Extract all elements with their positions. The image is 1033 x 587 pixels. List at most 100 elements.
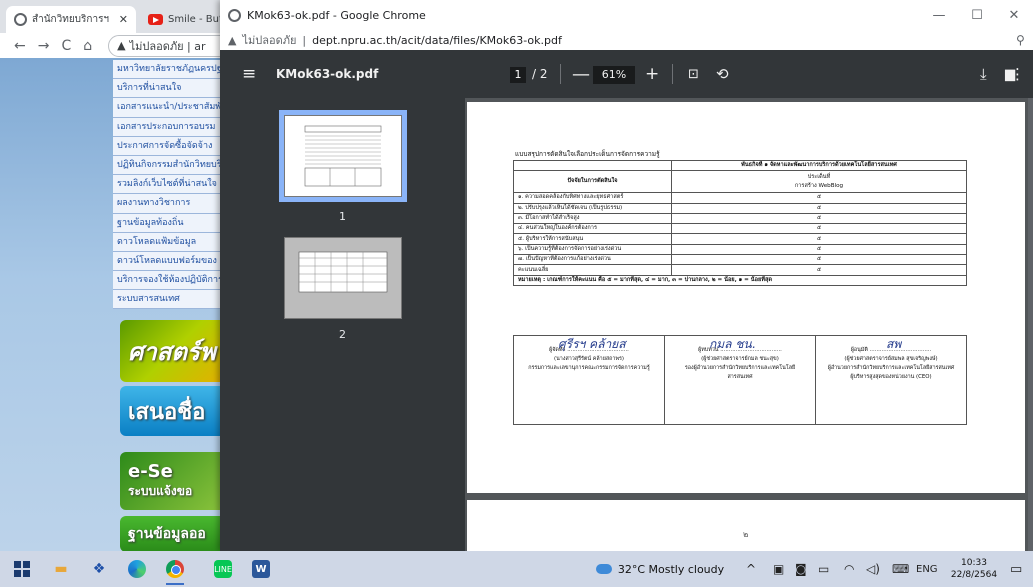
close-tab-icon[interactable]: ✕ (119, 13, 128, 26)
factor-cell: ๑. ความสอดคล้องกับทิศทางและยุทธศาสตร์ (513, 192, 672, 204)
average-score: ๕ (671, 264, 967, 276)
document-heading: แบบสรุปการตัดสินใจเลือกประเด็นการจัดการค… (515, 150, 660, 158)
popup-title-bar: KMok63-ok.pdf - Google Chrome — ☐ ✕ (220, 0, 1033, 30)
site-menu: มหาวิทยาลัยราชภัฏนครปฐม บริการที่น่าสนใจ… (113, 60, 226, 310)
weather-widget[interactable]: 32°C Mostly cloudy (590, 551, 730, 587)
clock[interactable]: 10:33 22/8/2564 (946, 551, 1002, 587)
score-cell: ๕ (671, 212, 967, 225)
page-thumbnail-2[interactable] (284, 237, 402, 319)
chrome-logo (166, 560, 184, 578)
signature-position: สารสนเทศ (727, 374, 753, 380)
score-cell: ๕ (671, 233, 967, 245)
zoom-icon[interactable]: ⚲ (1016, 33, 1025, 47)
site-menu-item[interactable]: เอกสารแนะนำ/ประชาสัมพันธ์ (113, 98, 226, 118)
thumbnail-sidebar: 1 2 (220, 98, 465, 551)
page-thumbnail-1[interactable] (279, 110, 407, 202)
site-menu-item[interactable]: มหาวิทยาลัยราชภัฏนครปฐม (113, 60, 226, 80)
word-logo: W (252, 560, 270, 578)
pdf-page-1: แบบสรุปการตัดสินใจเลือกประเด็นการจัดการค… (467, 102, 1025, 493)
back-button[interactable]: ← (14, 38, 26, 54)
forward-button[interactable]: → (38, 38, 50, 54)
site-menu-item[interactable]: ดาวน์โหลดแบบฟอร์มของ (113, 251, 226, 272)
rotate-icon[interactable]: ⟲ (716, 50, 729, 98)
show-hidden-icons[interactable]: ^ (746, 551, 756, 587)
factor-cell: ๒. ปรับปรุงแล้วเห็นได้ชัดเจน (เป็นรูปธรร… (513, 202, 672, 214)
average-label: คะแนนเฉลี่ย (513, 264, 672, 276)
table-row: ๒. ปรับปรุงแล้วเห็นได้ชัดเจน (เป็นรูปธรร… (513, 202, 967, 214)
zoom-in-button[interactable]: + (645, 50, 659, 98)
site-menu-item[interactable]: ปฏิทินกิจกรรมสำนักวิทยบริการ (113, 155, 226, 176)
volume-icon[interactable]: ◁) (866, 551, 880, 587)
fit-page-icon[interactable]: ⊡ (688, 50, 699, 98)
mission-header: พันธกิจที่ ๑ จัดหาและพัฒนาการบริการด้วยเ… (671, 159, 967, 172)
file-explorer-icon[interactable]: ▬ (48, 551, 74, 587)
issue-header: ประเด็นที่ การสร้าง WebBlog (671, 170, 967, 194)
banner-nominate[interactable]: เสนอชื่อ (120, 386, 226, 436)
score-cell: ๕ (671, 243, 967, 256)
tray-app-icon[interactable]: ◙ (795, 551, 807, 587)
scrollbar[interactable] (1028, 98, 1033, 551)
start-button[interactable] (10, 551, 34, 587)
site-menu-item[interactable]: ประกาศการจัดซื้อจัดจ้าง (113, 136, 226, 156)
line-logo: LINE (214, 560, 232, 578)
factor-cell: ๗. เป็นปัญหาที่ต้องการแก้อย่างเร่งด่วน (513, 254, 672, 266)
maximize-button[interactable]: ☐ (958, 0, 996, 30)
notification-icon[interactable]: ▭ (1010, 551, 1022, 587)
dropbox-icon[interactable]: ❖ (86, 551, 112, 587)
background-address-bar[interactable]: ▲ ไม่ปลอดภัย | ar (108, 34, 239, 57)
address-text: ไม่ปลอดภัย | ar (129, 39, 206, 53)
tray-app-icon[interactable]: ▣ (773, 551, 784, 587)
menu-icon[interactable]: ≡ (242, 50, 256, 98)
table-row: ๗. เป็นปัญหาที่ต้องการแก้อย่างเร่งด่วน๕ (513, 254, 967, 266)
page-number-input[interactable]: 1 (510, 67, 526, 83)
site-menu-item[interactable]: ฐานข้อมูลท้องถิ่น (113, 213, 226, 233)
line-app-icon[interactable]: LINE (210, 551, 236, 587)
keyboard-icon[interactable]: ⌨ (892, 551, 909, 587)
score-cell: ๕ (671, 223, 967, 235)
site-menu-item[interactable]: ดาวโหลดแฟ้มข้อมูล (113, 232, 226, 252)
table-row: คะแนนเฉลี่ย๕ (513, 264, 967, 276)
wifi-icon[interactable]: ◠ (844, 551, 854, 587)
battery-icon[interactable]: ▭ (818, 551, 829, 587)
table-row: ๕. ผู้บริหารให้การสนับสนุน๕ (513, 233, 967, 245)
banner-eservice[interactable]: e-Se ระบบแจ้งขอ (120, 452, 226, 510)
factor-cell: ๖. เป็นความรู้ที่ต้องการจัดการอย่างเร่งด… (513, 243, 672, 256)
clock-date: 22/8/2564 (950, 570, 998, 580)
minimize-button[interactable]: — (920, 0, 958, 30)
tab-title: สำนักวิทยบริการฯ (32, 14, 110, 25)
table-row: ปัจจัยในการตัดสินใจ ประเด็นที่ การสร้าง … (513, 170, 967, 194)
language-indicator[interactable]: ENG (916, 551, 938, 587)
home-button[interactable]: ⌂ (83, 38, 92, 54)
zoom-out-button[interactable]: — (572, 50, 590, 98)
factor-cell: ๕. ผู้บริหารให้การสนับสนุน (513, 233, 672, 245)
pdf-content-area[interactable]: แบบสรุปการตัดสินใจเลือกประเด็นการจัดการค… (465, 98, 1033, 551)
background-tab-youtube[interactable]: Smile - Butter (140, 6, 230, 33)
more-options-icon[interactable]: ⋮ (1010, 50, 1031, 98)
close-window-button[interactable]: ✕ (995, 0, 1033, 30)
site-menu-item[interactable]: รวมลิงก์เว็บไซต์ที่น่าสนใจ (113, 175, 226, 195)
security-label: ไม่ปลอดภัย (242, 34, 297, 47)
banner-science[interactable]: ศาสตร์พ (120, 320, 226, 382)
site-menu-item[interactable]: เอกสารประกอบการอบรม (113, 117, 226, 137)
chrome-icon[interactable] (162, 551, 188, 587)
reload-button[interactable]: C (61, 38, 71, 54)
signature-position: ผู้อำนวยการสำนักวิทยบริการและเทคโนโลยีสา… (827, 365, 955, 371)
library-website: มหาวิทยาลัยราชภัฏนครปฐม บริการที่น่าสนใจ… (0, 58, 226, 551)
taskbar: ▬ ❖ LINE W 32°C Mostly cloudy ^ ▣ ◙ ▭ ◠ … (0, 551, 1033, 587)
table-row: พันธกิจที่ ๑ จัดหาและพัฒนาการบริการด้วยเ… (513, 159, 967, 172)
table-row: ๓. มีโอกาสทำได้สำเร็จสูง๕ (513, 212, 967, 225)
banner-database[interactable]: ฐานข้อมูลออ (120, 516, 226, 551)
signature-area: ศุรีรฯ คล้ายส ผู้จัดทำ .................… (513, 335, 967, 425)
zoom-level-input[interactable]: 61% (593, 66, 635, 84)
popup-url-bar[interactable]: ▲ ไม่ปลอดภัย | dept.npru.ac.th/acit/data… (220, 30, 1033, 50)
background-tab-library[interactable]: สำนักวิทยบริการฯ ✕ (6, 6, 136, 33)
site-menu-item[interactable]: บริการที่น่าสนใจ (113, 79, 226, 99)
score-cell: ๕ (671, 192, 967, 204)
edge-icon[interactable] (124, 551, 150, 587)
site-menu-item[interactable]: ระบบสารสนเทศ (113, 290, 226, 310)
download-icon[interactable]: ⤓ (980, 50, 987, 98)
word-icon[interactable]: W (248, 551, 274, 587)
thumbnail-preview (298, 251, 388, 293)
site-menu-item[interactable]: บริการจองใช้ห้องปฏิบัติการ (113, 271, 226, 291)
site-menu-item[interactable]: ผลงานทางวิชาการ (113, 194, 226, 214)
